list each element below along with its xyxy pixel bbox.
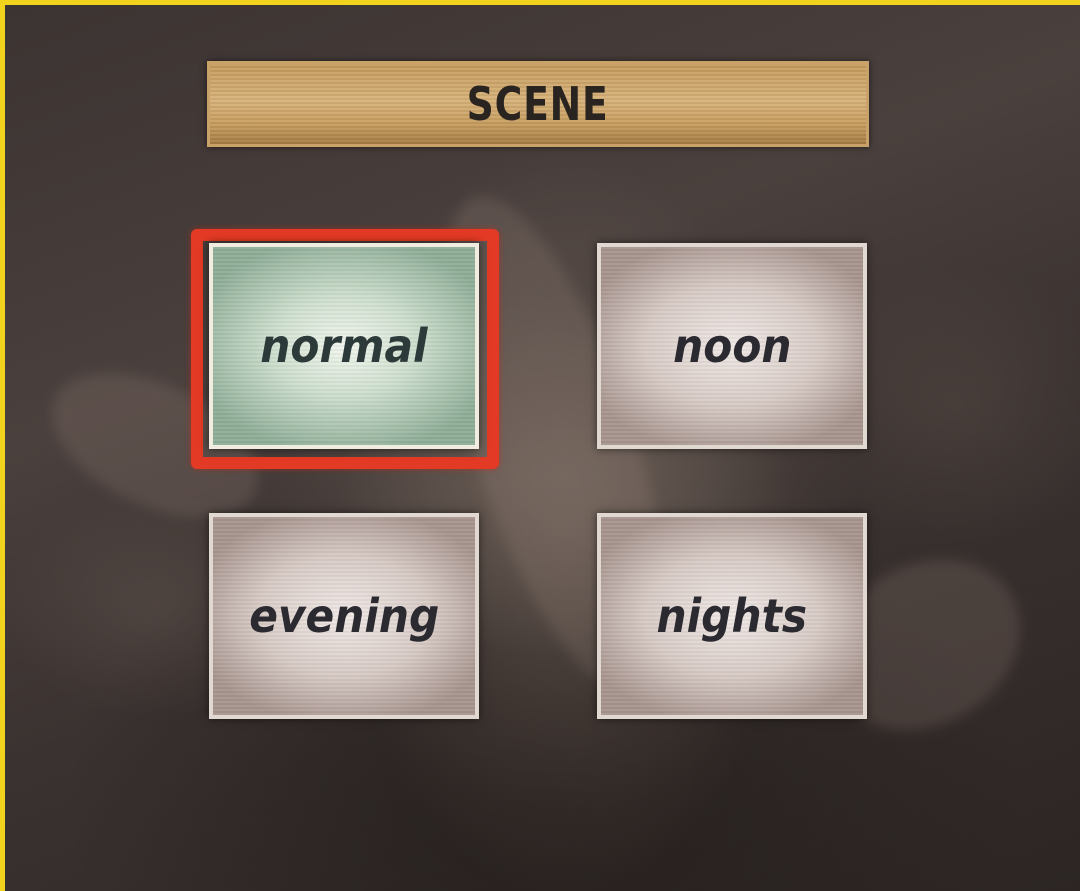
scene-option-label: normal [260, 319, 428, 373]
scene-option-nights[interactable]: nights [597, 513, 867, 719]
scene-title: SCENE [466, 77, 610, 131]
scene-option-normal[interactable]: normal [209, 243, 479, 449]
game-screen: SCENE normal noon evening nights [0, 0, 1080, 891]
scene-option-label: nights [656, 589, 808, 643]
scene-option-label: evening [248, 589, 440, 643]
scene-option-evening[interactable]: evening [209, 513, 479, 719]
scene-option-label: noon [672, 319, 792, 373]
scene-title-bar: SCENE [207, 61, 869, 147]
scene-option-noon[interactable]: noon [597, 243, 867, 449]
